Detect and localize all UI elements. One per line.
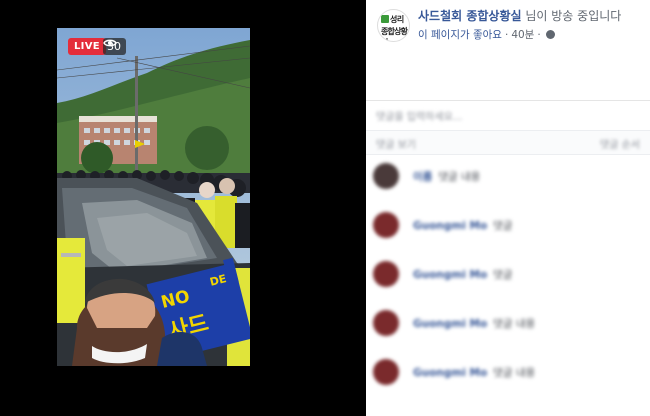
comment-item: Guongmi Mo 댓글 bbox=[373, 258, 643, 290]
avatar-text-2: 종합상황실 bbox=[381, 27, 408, 41]
live-video-player[interactable]: NO 사드 DE LIVE 30 bbox=[57, 28, 250, 366]
commenter-avatar[interactable] bbox=[373, 212, 399, 238]
meta-separator: · bbox=[504, 28, 509, 41]
live-badge: LIVE bbox=[68, 38, 106, 55]
comment-text: Guongmi Mo 댓글 bbox=[413, 267, 512, 282]
post-header: 성리 종합상황실 사드철회 종합상황실 님이 방송 중입니다 이 페이지가 좋아… bbox=[366, 0, 650, 100]
page-like-link[interactable]: 이 페이지가 좋아요 bbox=[418, 27, 502, 42]
comments-view-link[interactable]: 댓글 보기 bbox=[376, 136, 416, 151]
meta-separator-2: · bbox=[537, 28, 541, 41]
comment-item: 이름 댓글 내용 bbox=[373, 160, 643, 192]
logo-mark-icon bbox=[381, 15, 389, 23]
comment-author[interactable]: Guongmi Mo bbox=[413, 318, 487, 330]
comment-author[interactable]: 이름 bbox=[413, 171, 432, 183]
post-meta: 이 페이지가 좋아요 · 40분 · bbox=[418, 27, 555, 42]
comment-text: 이름 댓글 내용 bbox=[413, 169, 480, 184]
comment-item: Guongmi Mo 댓글 bbox=[373, 209, 643, 241]
comments-sort-link[interactable]: 댓글 순서 bbox=[600, 136, 640, 151]
post-side-panel: 성리 종합상황실 사드철회 종합상황실 님이 방송 중입니다 이 페이지가 좋아… bbox=[366, 0, 650, 416]
comment-item: Guongmi Mo 댓글 내용 bbox=[373, 356, 643, 388]
comment-text: Guongmi Mo 댓글 내용 bbox=[413, 365, 535, 380]
post-time[interactable]: 40분 bbox=[511, 27, 534, 42]
avatar-text-1: 성리 bbox=[390, 15, 404, 24]
comment-body: 댓글 내용 bbox=[493, 367, 536, 379]
viewer-count-badge: 30 bbox=[103, 38, 126, 55]
comment-author[interactable]: Guongmi Mo bbox=[413, 367, 487, 379]
comments-toolbar: 댓글 보기 댓글 순서 bbox=[366, 130, 650, 155]
broadcast-title: 사드철회 종합상황실 님이 방송 중입니다 bbox=[418, 7, 621, 24]
header-divider bbox=[366, 100, 650, 101]
page-name-link[interactable]: 사드철회 종합상황실 bbox=[418, 9, 522, 23]
eye-icon bbox=[103, 39, 117, 47]
comment-item: Guongmi Mo 댓글 내용 bbox=[373, 307, 643, 339]
comment-text: Guongmi Mo 댓글 bbox=[413, 218, 512, 233]
video-frame: NO 사드 DE bbox=[57, 28, 250, 366]
comment-body: 댓글 bbox=[493, 220, 513, 232]
comment-input[interactable]: 댓글을 입력하세요... bbox=[376, 108, 640, 123]
comment-author[interactable]: Guongmi Mo bbox=[413, 220, 487, 232]
comment-text: Guongmi Mo 댓글 내용 bbox=[413, 316, 535, 331]
live-stream-viewer: NO 사드 DE LIVE 30 성리 종합상황실 bbox=[0, 0, 650, 416]
comment-author[interactable]: Guongmi Mo bbox=[413, 269, 487, 281]
commenter-avatar[interactable] bbox=[373, 359, 399, 385]
commenter-avatar[interactable] bbox=[373, 163, 399, 189]
comment-body: 댓글 내용 bbox=[438, 171, 481, 183]
commenter-avatar[interactable] bbox=[373, 261, 399, 287]
commenter-avatar[interactable] bbox=[373, 310, 399, 336]
comment-body: 댓글 내용 bbox=[493, 318, 536, 330]
live-status-text: 님이 방송 중입니다 bbox=[521, 9, 622, 23]
globe-icon bbox=[545, 30, 555, 39]
comment-body: 댓글 bbox=[493, 269, 513, 281]
page-avatar[interactable]: 성리 종합상황실 bbox=[377, 9, 410, 42]
